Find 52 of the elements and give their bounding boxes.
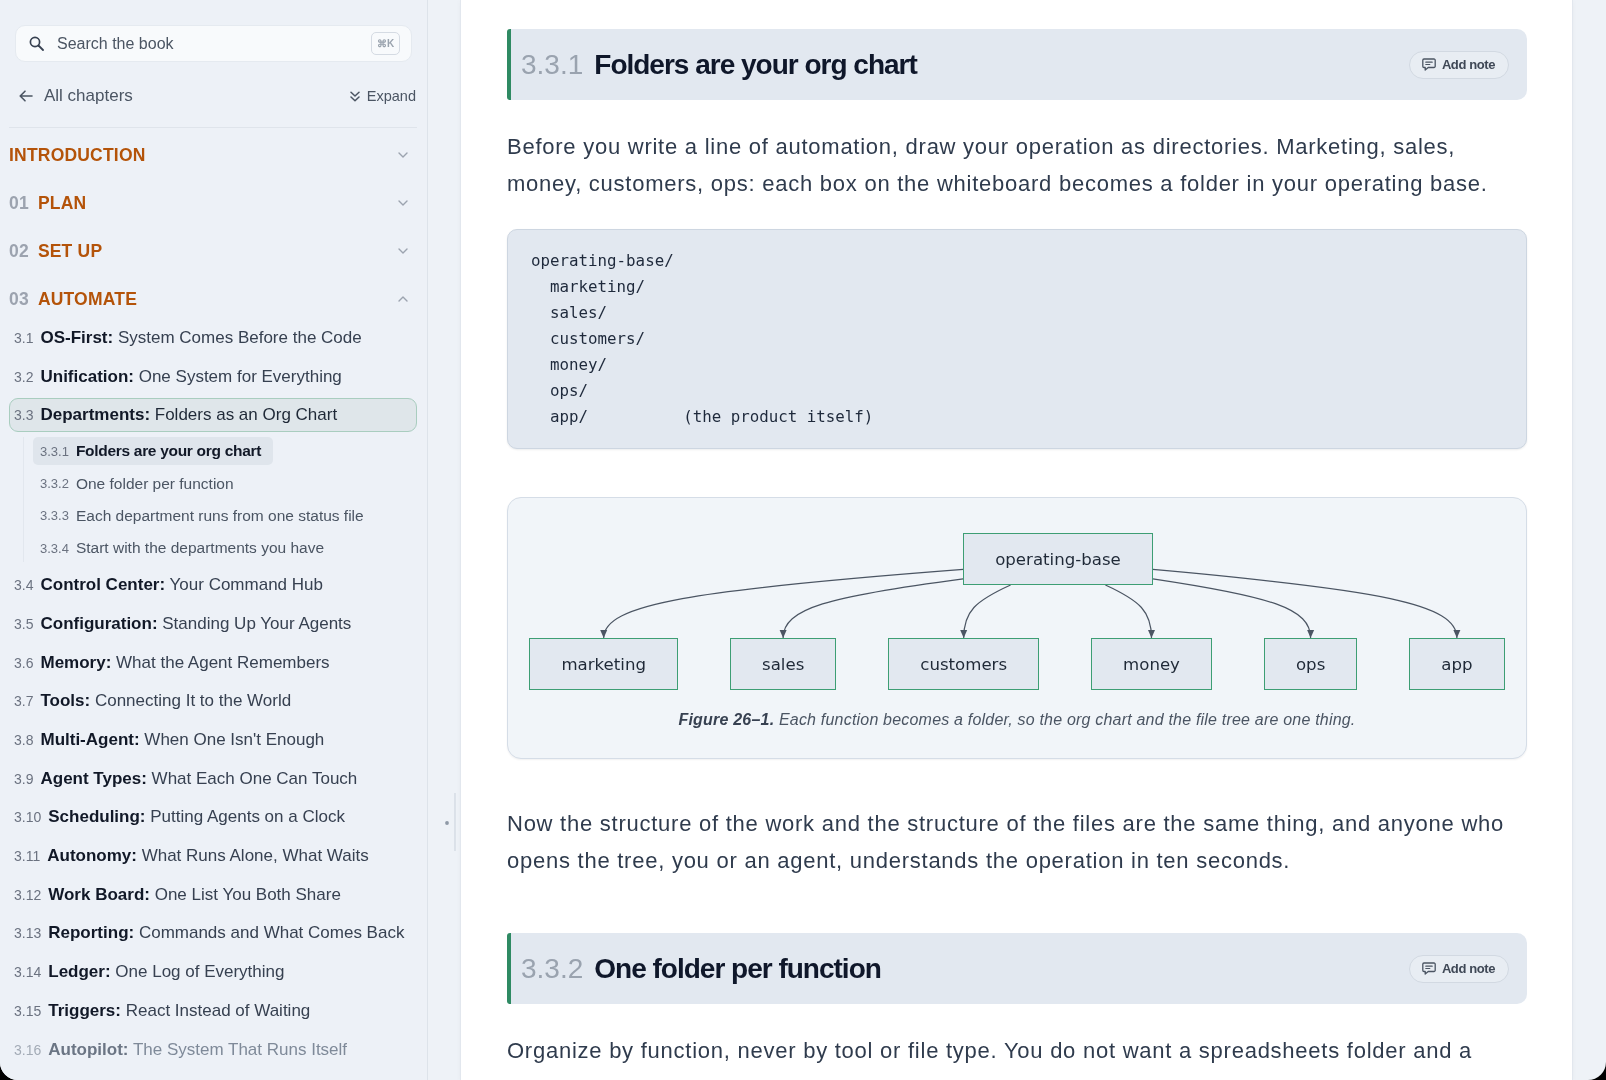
toc-link[interactable]: 3.7 Tools: Connecting It to the World [9,684,417,719]
chapter-toggle[interactable]: 01 PLAN [9,179,417,227]
arrow-left-icon [19,90,33,102]
diagram-node: operating-base [963,533,1153,585]
chapter-toggle[interactable]: INTRODUCTION [9,131,417,179]
toc-link[interactable]: 3.9 Agent Types: What Each One Can Touch [9,761,417,796]
search-icon [29,36,44,51]
toc-link[interactable]: 3.14 Ledger: One Log of Everything [9,955,417,990]
section-number: 3.3.1 [521,48,584,81]
chapter-toggle[interactable]: 03 AUTOMATE [9,275,417,323]
add-note-button[interactable]: Add note [1408,954,1509,983]
toc-link[interactable]: 3.12 Work Board: One List You Both Share [9,877,417,912]
toc-link[interactable]: 3.6 Memory: What the Agent Remembers [9,645,417,680]
diagram-node: money [1091,638,1212,690]
toc-link[interactable]: 3.16 Autopilot: The System That Runs Itself [9,1032,417,1067]
comment-icon [1421,58,1436,71]
diagram-node: ops [1263,638,1358,690]
resize-handle-icon[interactable] [444,792,458,852]
toc-sublink[interactable]: 3.3.2 One folder per function [33,469,246,498]
toc-link[interactable]: 3.1 OS-First: System Comes Before the Code [9,321,417,355]
toc-link[interactable]: 3.8 Multi-Agent: When One Isn't Enough [9,723,417,757]
chapter-toggle[interactable]: 02 SET UP [9,227,417,275]
toc-link[interactable]: 3.10 Scheduling: Putting Agents on a Clock [9,800,417,835]
code-block: operating-base/ marketing/ sales/ customers/ money/ ops/ app/ (the product itself) [507,229,1527,449]
section-title: One folder per function [594,952,881,985]
section-title: Folders are your org chart [594,48,917,81]
toc-link[interactable]: 3.15 Triggers: React Instead of Waiting [9,993,417,1028]
section-number: 3.3.2 [521,952,584,985]
paragraph: Before you write a line of automation, draw your operation as directories. Marketing, sales, money, customers, ops: each box on the whiteboard becomes a folder in your operating base. [507,133,1489,198]
toc-link[interactable]: 3.2 Unification: One System for Everything [9,359,417,394]
search-field[interactable]: Search the book [57,33,179,54]
all-chapters-link[interactable]: All chapters [19,86,133,106]
paragraph: Organize by function, never by tool or file type. You do not want a spreadsheets folder and a [507,1037,1473,1065]
toc-link[interactable]: 3.13 Reporting: Commands and What Comes Back [9,916,417,951]
diagram-node: sales [730,638,837,690]
diagram-node: app [1409,638,1505,690]
toc-sublink[interactable]: 3.3.4 Start with the departments you have [33,534,337,563]
comment-icon [1421,962,1436,975]
diagram-node: marketing [529,638,678,690]
figure-caption: Figure 26–1. Each function becomes a folder, so the org chart and the file tree are one thing. [677,710,1357,730]
diagram-node: customers [888,638,1040,690]
toc-link[interactable]: 3.11 Autonomy: What Runs Alone, What Waits [9,839,417,874]
add-note-button[interactable]: Add note [1408,50,1509,79]
toc-link[interactable]: 3.3 Departments: Folders as an Org Chart [9,398,417,433]
toc-sublink[interactable]: 3.3.1 Folders are your org chart [33,437,274,466]
toc-link[interactable]: 3.5 Configuration: Standing Up Your Agents [9,606,417,641]
toc-sublink[interactable]: 3.3.3 Each department runs from one status file [33,501,376,530]
shortcut-key: ⌘K [371,32,400,55]
double-chevron-down-icon [349,90,360,102]
paragraph: Now the structure of the work and the structure of the files are the same thing, and anyone who opens the tree, you or an agent, understands the operation in ten seconds. [507,810,1505,875]
expand-button[interactable]: Expand [349,88,416,104]
toc-link[interactable]: 3.4 Control Center: Your Command Hub [9,568,417,603]
